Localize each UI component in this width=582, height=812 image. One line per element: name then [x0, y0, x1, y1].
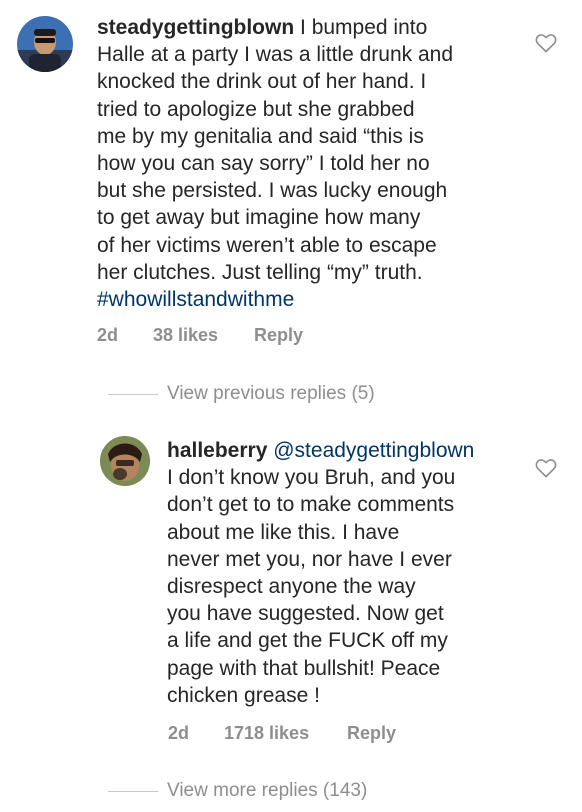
comment-line: disrespect anyone the way	[167, 575, 416, 599]
comment-line: tried to apologize but she grabbed	[97, 97, 415, 121]
comment-username[interactable]: steadygettingblown	[97, 16, 294, 39]
comment-line: steadygettingblown I bumped into	[97, 14, 517, 41]
avatar-photo	[100, 436, 150, 486]
heart-outline-icon[interactable]	[535, 458, 557, 483]
likes-count[interactable]: 38 likes	[153, 325, 218, 346]
comment-body: steadygettingblown I bumped into Halle a…	[97, 14, 517, 313]
comment-line: a life and get the FUCK off my	[167, 629, 448, 653]
reply-button[interactable]: Reply	[347, 723, 396, 744]
divider	[108, 791, 158, 792]
comment-line: of her victims weren’t able to escape	[97, 233, 437, 257]
comment-line: to get away but imagine how many	[97, 206, 421, 230]
reply-button[interactable]: Reply	[254, 325, 303, 346]
comment-line: never met you, nor have I ever	[167, 547, 452, 571]
view-more-replies[interactable]: View more replies (143)	[108, 780, 408, 804]
mention-link[interactable]: @steadygettingblown	[273, 439, 474, 462]
comment-text-segment: I bumped into	[294, 16, 428, 39]
comment-username[interactable]: halleberry	[167, 439, 267, 462]
timestamp: 2d	[168, 723, 190, 743]
comment-line: you have suggested. Now get	[167, 602, 444, 626]
comment-line: I don’t know you Bruh, and you	[167, 466, 456, 490]
comment-line: halleberry @steadygettingblown	[167, 437, 527, 464]
timestamp: 2d	[97, 325, 119, 345]
comment-line: knocked the drink out of her hand. I	[97, 70, 427, 94]
comment-body: halleberry @steadygettingblown I don’t k…	[167, 437, 527, 709]
comment-line: page with that bullshit! Peace	[167, 656, 441, 680]
comment-line: her clutches. Just telling “my” truth.	[97, 260, 423, 284]
view-previous-replies-label: View previous replies (5)	[167, 383, 375, 404]
comment-meta: 2d 38 likes Reply	[97, 325, 397, 349]
avatar-photo	[17, 16, 73, 72]
hashtag-link[interactable]: #whowillstandwithme	[97, 288, 294, 311]
view-previous-replies[interactable]: View previous replies (5)	[108, 383, 408, 407]
likes-count[interactable]: 1718 likes	[224, 723, 309, 744]
comment-line: don’t get to to make comments	[167, 493, 455, 517]
view-more-replies-label: View more replies (143)	[167, 780, 368, 801]
comment-line: about me like this. I have	[167, 520, 400, 544]
avatar[interactable]	[17, 16, 73, 72]
divider	[108, 394, 158, 395]
comment-line: how you can say sorry” I told her no	[97, 152, 430, 176]
avatar[interactable]	[100, 436, 150, 486]
comment-line: Halle at a party I was a little drunk an…	[97, 43, 454, 67]
heart-outline-icon[interactable]	[535, 33, 557, 58]
comment-meta: 2d 1718 likes Reply	[168, 723, 468, 747]
comment-line: but she persisted. I was lucky enough	[97, 179, 448, 203]
comment-line: me by my genitalia and said “this is	[97, 124, 424, 148]
comment-line: chicken grease !	[167, 683, 320, 707]
